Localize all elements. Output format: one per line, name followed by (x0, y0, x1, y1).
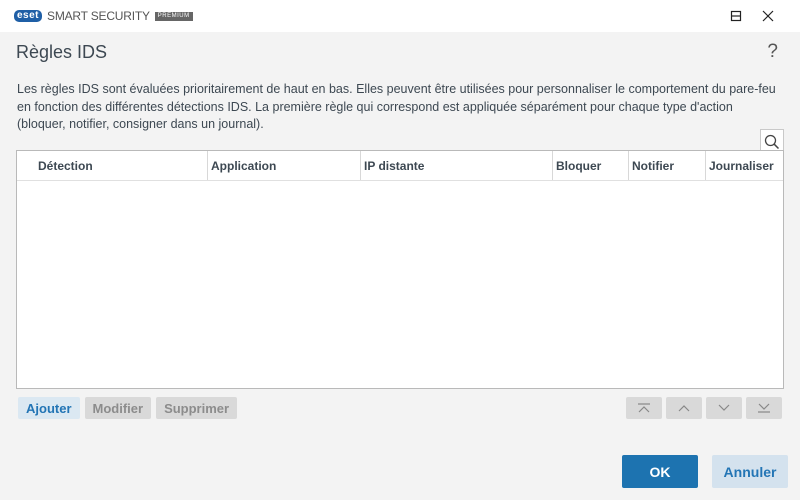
delete-button[interactable]: Supprimer (156, 397, 238, 419)
move-top-icon (638, 403, 650, 413)
table-body[interactable] (17, 181, 783, 387)
column-header-block[interactable]: Bloquer (553, 151, 629, 180)
search-icon (764, 134, 780, 149)
ok-button[interactable]: OK (622, 455, 698, 488)
move-top-button[interactable] (626, 397, 662, 419)
column-header-application[interactable]: Application (208, 151, 361, 180)
ids-rules-table: Détection Application IP distante Bloque… (16, 150, 784, 389)
page-title: Règles IDS (16, 42, 108, 62)
column-header-detection[interactable]: Détection (17, 151, 208, 180)
close-icon (762, 10, 774, 22)
column-header-remote-ip[interactable]: IP distante (361, 151, 553, 180)
column-header-log[interactable]: Journaliser (706, 151, 783, 180)
move-bottom-button[interactable] (746, 397, 782, 419)
move-actions (626, 397, 782, 419)
move-down-icon (718, 404, 730, 411)
table-header: Détection Application IP distante Bloque… (17, 151, 783, 181)
eset-logo: eset (14, 10, 43, 22)
cancel-button[interactable]: Annuler (712, 455, 788, 488)
add-button[interactable]: Ajouter (18, 397, 80, 419)
move-up-button[interactable] (666, 397, 702, 419)
product-brand: eset SMART SECURITY PREMIUM (14, 9, 193, 23)
edit-button[interactable]: Modifier (84, 397, 152, 419)
column-header-notify[interactable]: Notifier (629, 151, 706, 180)
move-up-icon (678, 405, 690, 412)
maximize-icon (730, 10, 742, 22)
product-name: SMART SECURITY (47, 9, 150, 23)
move-bottom-icon (758, 403, 770, 413)
dialog-body: Règles IDS ? Les règles IDS sont évaluée… (0, 32, 800, 500)
title-bar: eset SMART SECURITY PREMIUM (0, 0, 800, 32)
description-text: Les règles IDS sont évaluées prioritaire… (17, 82, 776, 131)
maximize-button[interactable] (720, 0, 752, 32)
close-button[interactable] (752, 0, 784, 32)
rule-actions: Ajouter Modifier Supprimer (18, 397, 238, 419)
edition-tag: PREMIUM (154, 11, 193, 21)
help-icon[interactable]: ? (767, 41, 778, 63)
move-down-button[interactable] (706, 397, 742, 419)
